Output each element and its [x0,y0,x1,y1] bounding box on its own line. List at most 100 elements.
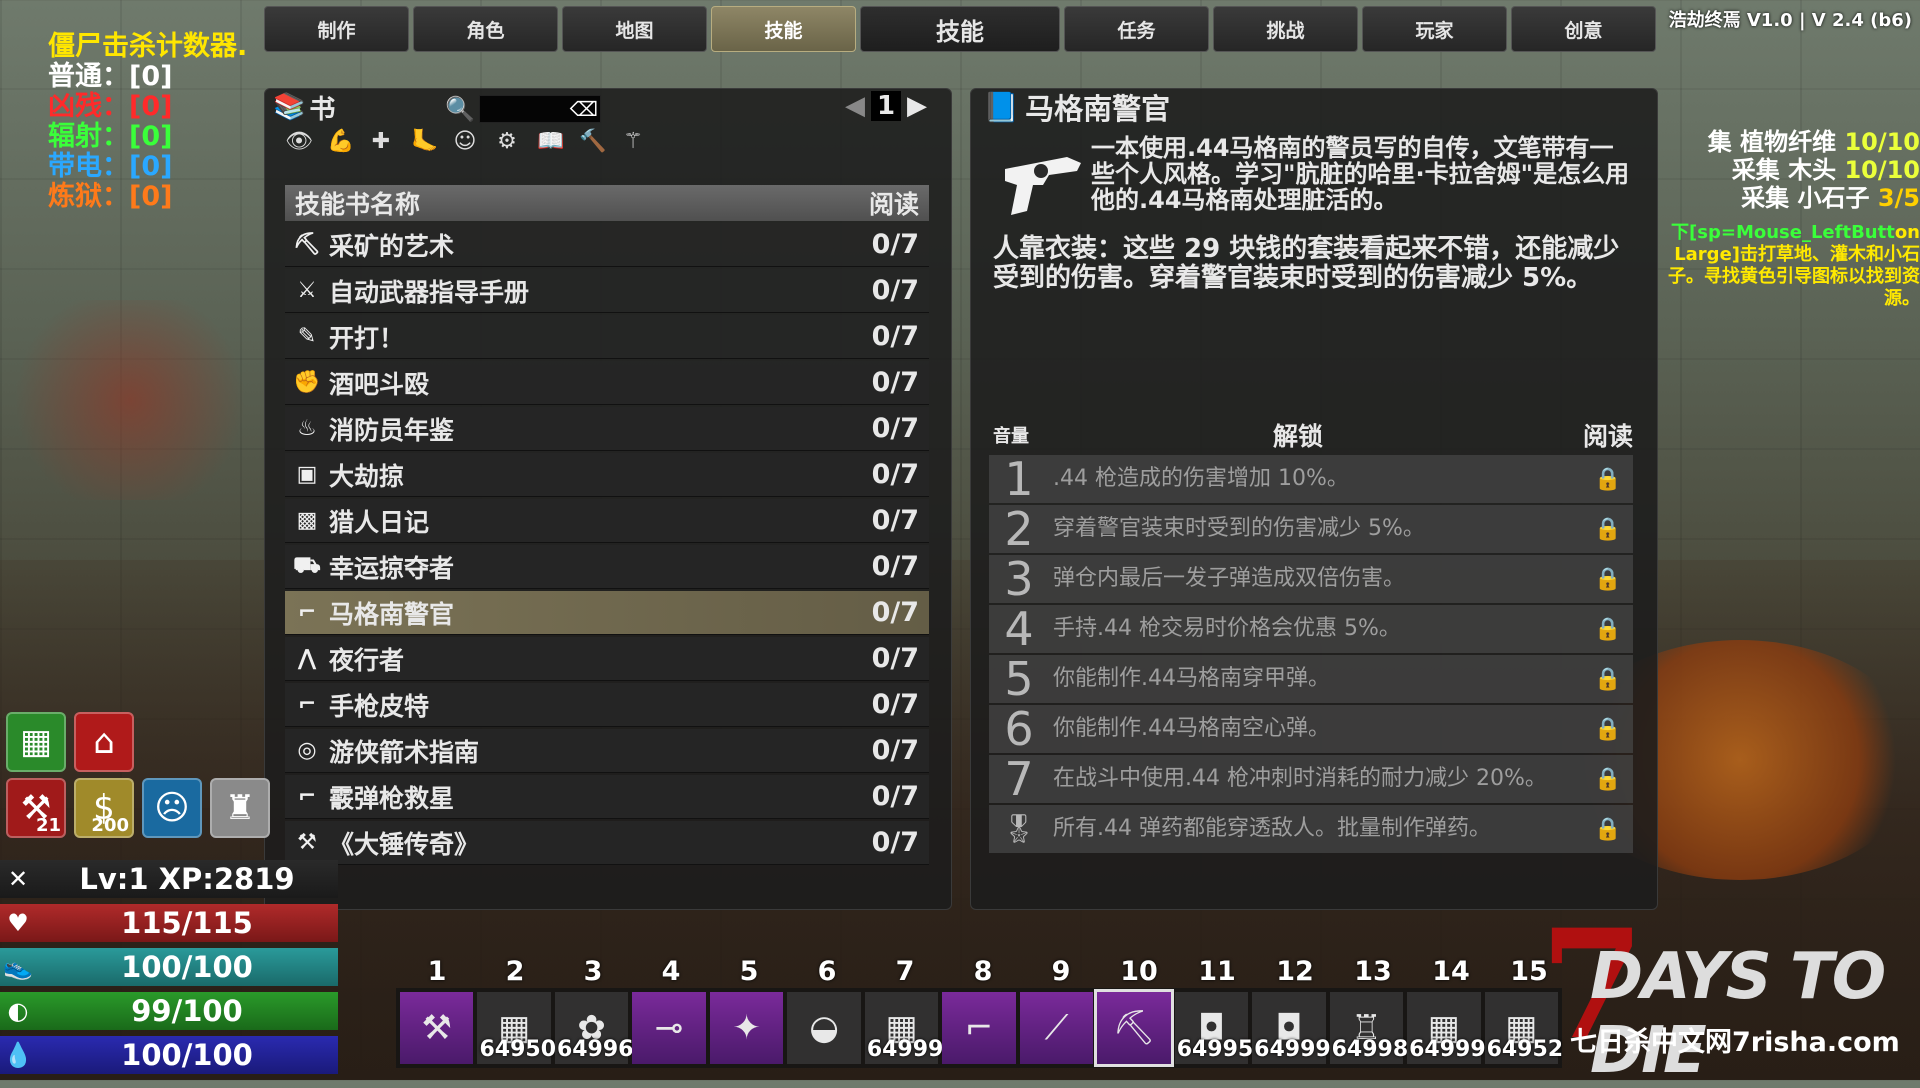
page-next-icon[interactable]: ▶ [907,91,927,121]
hammer-icon[interactable]: 🔨 [579,129,606,154]
toolbelt-slot[interactable]: ⟋ [1019,992,1094,1064]
quest-line-label: 采集 木头 [1731,156,1837,184]
item-icon: ◒ [809,1008,839,1048]
book-item-name: 自动武器指导手册 [329,277,530,307]
unlock-row: 3 弹仓内最后一发子弹造成双倍伤害。 🔒 [989,555,1633,603]
arm-icon[interactable]: 💪 [327,129,354,154]
counter-infernal-label: 炼狱： [48,181,129,212]
toolbelt-slot[interactable]: ⌐ [942,992,1016,1064]
search-input[interactable]: ⌫ [478,95,601,123]
quest-line: 采集 小石子 3/5 [1660,184,1920,212]
book-list-item[interactable]: ▩ 猎人日记 0/7 [285,499,929,543]
sneak-icon[interactable]: 🦶 [411,129,438,154]
armor-button[interactable]: ♜ [210,778,270,838]
unlock-list-header: 音量 解锁 阅读 [993,417,1633,453]
book-item-name: 幸运掠夺者 [329,553,455,583]
toolbelt-slot[interactable]: ◘ 64995 [1174,992,1253,1064]
slot-number: 4 [661,956,681,987]
book-list-item[interactable]: ⌐ 马格南警官 0/7 [285,591,929,635]
page-number: 1 [871,91,901,121]
book-list-item[interactable]: ✎ 开打！ 0/7 [285,315,929,359]
unlock-text: 所有.44 弹药都能穿透敌人。批量制作弹药。 [1053,816,1491,841]
unlock-text: .44 枪造成的伤害增加 10%。 [1053,466,1349,491]
book-list-item[interactable]: ⚔ 自动武器指导手册 0/7 [285,269,929,313]
toolbelt-slot[interactable]: ▦ 64999 [864,992,943,1064]
slot-number: 8 [973,956,993,987]
toolbelt-slot[interactable]: ◘ 64999 [1252,992,1331,1064]
book-search: 🔍 ⌫ [445,95,601,123]
gear-icon[interactable]: ⚙ [495,129,519,154]
book-list-item[interactable]: ♨ 消防员年鉴 0/7 [285,407,929,451]
book-item-icon: ▩ [296,508,318,533]
book-list-item[interactable]: ⚒ 《大锤传奇》 0/7 [285,821,929,865]
toolbelt-slot[interactable]: ▦ 64950 [477,992,556,1064]
tab-crafting[interactable]: 制作 [264,6,409,52]
book-item-name: 游侠箭术指南 [329,737,480,767]
toolbelt-slot[interactable]: ◒ [787,992,861,1064]
tab-skills[interactable]: 技能 [711,6,856,52]
book-item-icon: ⚒ [297,830,317,855]
quest-line: 采集 木头 10/10 [1660,156,1920,184]
quest-line-value: 3/5 [1877,184,1920,212]
book-item-name: 马格南警官 [329,599,455,629]
book-list-item[interactable]: ⌐ 手枪皮特 0/7 [285,683,929,727]
toolbelt-slot[interactable]: ♖ 64998 [1329,992,1408,1064]
skills-icon[interactable]: ⚚ [621,129,645,154]
unlock-volume-number: 2 [1004,502,1034,556]
book-item-name: 消防员年鉴 [329,415,455,445]
book-list-item[interactable]: ⋀ 夜行者 0/7 [285,637,929,681]
tab-challenges[interactable]: 挑战 [1213,6,1358,52]
home-button[interactable]: ⌂ [74,712,134,772]
slot-number: 1 [427,956,447,987]
book-list-item[interactable]: ⛏ 采矿的艺术 0/7 [285,223,929,267]
detail-header: 📘 马格南警官 [983,89,1170,127]
crafting-button[interactable]: ▦ [6,712,66,772]
book-item-name: 手枪皮特 [329,691,430,721]
book-item-read: 0/7 [871,413,919,444]
unlock-volume-number: 1 [1004,452,1034,506]
counter-radiated-value: [0] [129,121,173,152]
tab-creative[interactable]: 创意 [1511,6,1656,52]
item-icon: ⟋ [1044,1008,1069,1048]
book-list-item[interactable]: ✊ 酒吧斗殴 0/7 [285,361,929,405]
medical-cross-icon[interactable]: ✚ [369,129,393,154]
xp-icon: ✕ [7,865,29,893]
book-list-item[interactable]: ◎ 游侠箭术指南 0/7 [285,729,929,773]
toolbelt-slot[interactable]: ▦ 64999 [1407,992,1486,1064]
toolbelt-slot[interactable]: ⛏ [1094,989,1174,1067]
toolbelt-slot[interactable]: ⊸ [632,992,706,1064]
tab-character[interactable]: 角色 [413,6,558,52]
tab-quests[interactable]: 任务 [1064,6,1209,52]
unlock-row: 6 你能制作.44马格南空心弹。 🔒 [989,705,1633,753]
slot-number: 11 [1198,956,1236,987]
revolver-icon [1005,157,1081,215]
page-prev-icon[interactable]: ◀ [845,91,865,121]
tab-players[interactable]: 玩家 [1362,6,1507,52]
toolbelt-slot[interactable]: ✦ [709,992,784,1064]
book-item-name: 《大锤传奇》 [329,829,480,859]
clear-search-icon[interactable]: ⌫ [570,97,598,121]
eye-icon[interactable]: 👁 [285,129,313,154]
slot-number: 13 [1354,956,1392,987]
food-icon: ◐ [7,997,29,1025]
item-count: 64999 [1409,1037,1486,1062]
background-foliage [0,300,260,500]
book-item-icon: ✊ [293,370,321,395]
book-list-item[interactable]: ⛟ 幸运掠夺者 0/7 [285,545,929,589]
home-icon: ⌂ [93,722,115,762]
toolbelt-slot[interactable]: ⚒ [400,992,474,1064]
book-list-item[interactable]: ▣ 大劫掠 0/7 [285,453,929,497]
volume-column: 音量 [993,426,1029,447]
tab-map[interactable]: 地图 [562,6,707,52]
lock-icon: 🔒 [1594,766,1622,792]
zombie-button[interactable]: ☹ [142,778,202,838]
head-icon[interactable]: ☺ [453,129,477,154]
book-item-read: 0/7 [871,781,919,812]
book-icon[interactable]: 📖 [537,129,564,154]
slot-number: 3 [583,956,603,987]
quest-hint: 下[sp=Mouse_LeftButton Large]击打草地、灌木和小石子。… [1660,222,1920,310]
skill-points-button[interactable]: ⚒ 21 [6,778,66,838]
money-button[interactable]: $ 200 [74,778,134,838]
toolbelt-slot[interactable]: ✿ 64996 [554,992,633,1064]
book-list-item[interactable]: ⌐ 霰弹枪救星 0/7 [285,775,929,819]
